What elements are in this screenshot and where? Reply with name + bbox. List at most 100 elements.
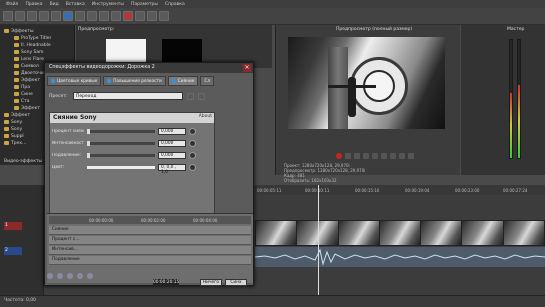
- animate-icon[interactable]: [189, 152, 196, 159]
- paste-icon[interactable]: [87, 11, 97, 21]
- figure-silhouette: [348, 77, 356, 117]
- slider-knob[interactable]: [87, 129, 90, 134]
- tree-item[interactable]: Sony: [4, 126, 22, 132]
- ruler-tick-label: 00:00:19:04: [405, 188, 430, 193]
- rewind-icon[interactable]: [381, 153, 387, 159]
- preset-dropdown[interactable]: Переход: [73, 92, 183, 100]
- tree-item[interactable]: Двоеточия: [14, 70, 46, 76]
- delete-preset-icon[interactable]: [198, 92, 205, 100]
- sync-button[interactable]: Синх: [225, 279, 247, 286]
- record-icon[interactable]: [336, 153, 342, 159]
- tab-more[interactable]: Сл: [200, 76, 215, 86]
- param-value[interactable]: 0,000: [158, 152, 186, 159]
- param-value[interactable]: 0,000: [158, 128, 186, 135]
- animate-icon[interactable]: [189, 164, 196, 171]
- cut-icon[interactable]: [63, 11, 73, 21]
- add-keyframe-icon[interactable]: [67, 273, 73, 279]
- folder-icon: [14, 85, 19, 89]
- video-track-clip[interactable]: [255, 220, 545, 246]
- open-icon[interactable]: [15, 11, 25, 21]
- param-row: Цвет: 0, 0,0 , 1,0: [52, 163, 212, 175]
- param-value[interactable]: 0, 0,0 , 1,0: [158, 164, 186, 175]
- menu-help[interactable]: Справка: [165, 2, 185, 7]
- param-slider[interactable]: [87, 153, 155, 158]
- forward-icon[interactable]: [390, 153, 396, 159]
- tree-item[interactable]: Эффект: [14, 77, 40, 83]
- tree-item[interactable]: Символ: [14, 63, 39, 69]
- save-icon[interactable]: [27, 11, 37, 21]
- prev-frame-icon[interactable]: [399, 153, 405, 159]
- keyframe-ruler[interactable]: 00:00:00:00 00:00:02:00 00:00:04:00: [49, 216, 251, 224]
- none-button[interactable]: Ничего: [200, 279, 222, 286]
- checkbox-icon[interactable]: [107, 79, 112, 83]
- tree-footer-label: Видео-эффекты: [4, 158, 43, 164]
- snap-icon[interactable]: [123, 11, 133, 21]
- track-number-1[interactable]: 1: [4, 222, 22, 230]
- tree-item[interactable]: Sony: [4, 119, 22, 125]
- preset-row: Пресет: Переход: [49, 91, 249, 101]
- meter-left-level: [510, 93, 512, 158]
- menu-edit[interactable]: Правка: [25, 2, 42, 7]
- menu-tools[interactable]: Инструменты: [92, 2, 124, 7]
- stop-icon[interactable]: [372, 153, 378, 159]
- selection-tool-icon[interactable]: [159, 11, 169, 21]
- tree-item[interactable]: ProType Titler: [14, 35, 51, 41]
- menu-options[interactable]: Параметры: [131, 2, 158, 7]
- last-keyframe-icon[interactable]: [87, 273, 93, 279]
- tree-item[interactable]: Suppl: [4, 133, 24, 139]
- prev-keyframe-icon[interactable]: [57, 273, 63, 279]
- tree-item[interactable]: Sony Sam: [14, 49, 44, 55]
- tree-item[interactable]: Ста: [14, 98, 30, 104]
- save-preset-icon[interactable]: [187, 92, 194, 100]
- play-icon[interactable]: [354, 153, 360, 159]
- animate-icon[interactable]: [189, 128, 196, 135]
- color-swatch[interactable]: [87, 166, 155, 169]
- slider-knob[interactable]: [87, 141, 90, 146]
- timeline-ruler[interactable]: 00:00:05:11 00:00:10:11 00:00:15:16 00:0…: [255, 185, 545, 195]
- tree-item[interactable]: Эффект: [4, 112, 30, 118]
- menu-insert[interactable]: Вставка: [66, 2, 85, 7]
- about-button[interactable]: About: [199, 114, 212, 119]
- properties-icon[interactable]: [51, 11, 61, 21]
- animate-icon[interactable]: [189, 140, 196, 147]
- tree-item[interactable]: Сине: [14, 91, 33, 97]
- new-icon[interactable]: [3, 11, 13, 21]
- first-keyframe-icon[interactable]: [47, 273, 53, 279]
- undo-icon[interactable]: [99, 11, 109, 21]
- param-value[interactable]: 0,000: [158, 140, 186, 147]
- param-slider[interactable]: [87, 129, 155, 134]
- audio-track-clip[interactable]: [255, 247, 545, 267]
- tree-item[interactable]: Пра: [14, 84, 30, 90]
- checkbox-icon[interactable]: [171, 79, 176, 83]
- render-icon[interactable]: [39, 11, 49, 21]
- tree-item[interactable]: Il. Headnable: [14, 42, 51, 48]
- tree-item[interactable]: Lens Flare: [14, 56, 44, 62]
- tab-glow[interactable]: Сияние: [167, 76, 199, 86]
- close-icon[interactable]: ×: [243, 64, 251, 72]
- keyframe-row[interactable]: Сияние: [49, 226, 251, 235]
- playhead-cursor[interactable]: [318, 185, 319, 295]
- plugin-header: Сияние Sony About: [50, 113, 214, 123]
- next-frame-icon[interactable]: [408, 153, 414, 159]
- tab-color-curves[interactable]: Цветовые кривые: [47, 76, 102, 86]
- menu-file[interactable]: Файл: [6, 2, 18, 7]
- loop-icon[interactable]: [345, 153, 351, 159]
- pause-icon[interactable]: [363, 153, 369, 159]
- tree-item[interactable]: Эффект: [14, 105, 40, 111]
- track-number-2[interactable]: 2: [4, 247, 22, 255]
- copy-icon[interactable]: [75, 11, 85, 21]
- next-keyframe-icon[interactable]: [77, 273, 83, 279]
- tree-item[interactable]: Эффекты: [4, 28, 34, 34]
- tab-sharpen[interactable]: Повышение резкости: [103, 76, 166, 86]
- slider-knob[interactable]: [87, 153, 90, 158]
- tree-item[interactable]: Трех...: [4, 140, 26, 146]
- redo-icon[interactable]: [111, 11, 121, 21]
- envelope-tool-icon[interactable]: [147, 11, 157, 21]
- keyframe-row[interactable]: Интенсив...: [49, 246, 251, 255]
- keyframe-row[interactable]: Подавление: [49, 256, 251, 265]
- checkbox-icon[interactable]: [51, 79, 55, 83]
- param-slider[interactable]: [87, 141, 155, 146]
- edit-tool-icon[interactable]: [135, 11, 145, 21]
- keyframe-row[interactable]: Процент с...: [49, 236, 251, 245]
- menu-view[interactable]: Вид: [50, 2, 59, 7]
